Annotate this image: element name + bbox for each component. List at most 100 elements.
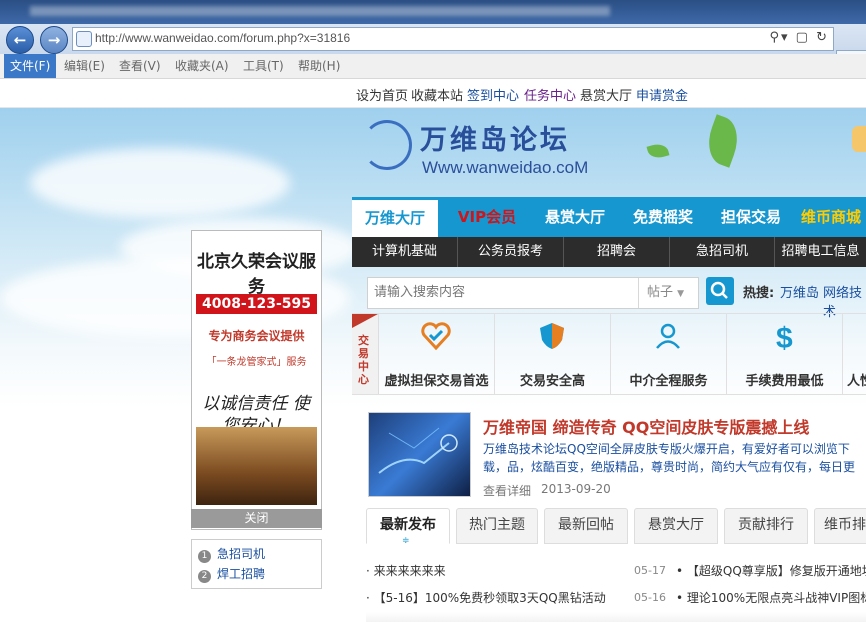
search-type-label: 帖子 [647, 285, 674, 300]
side-link-label: 急招司机 [217, 547, 266, 561]
nav-vip[interactable]: VIP会员 [444, 197, 530, 237]
subnav-driver-jobs[interactable]: 急招司机 [670, 237, 775, 267]
window-titlebar [0, 0, 866, 24]
menu-view[interactable]: 查看(V) [113, 54, 167, 78]
side-link-welder[interactable]: 2 焊工招聘 [198, 565, 265, 583]
subnav-computer-basics[interactable]: 计算机基础 [352, 237, 458, 267]
svg-text:$: $ [776, 322, 793, 352]
search-box: 帖子 ▼ [367, 277, 699, 309]
url-field[interactable]: http://www.wanweidao.com/forum.php?x=318… [72, 27, 834, 51]
link-bookmark[interactable]: 收藏本站 [411, 85, 463, 104]
side-links: 1 急招司机 2 焊工招聘 [191, 539, 322, 589]
list-item-date: 05-16 [634, 591, 666, 604]
search-input[interactable] [368, 278, 630, 306]
side-link-driver[interactable]: 1 急招司机 [198, 545, 265, 563]
trade-center-tag[interactable]: 交易中心 [352, 314, 379, 394]
subnav-job-fair[interactable]: 招聘会 [564, 237, 670, 267]
thread-tabs: 最新发布 热门主题 最新回帖 悬赏大厅 贡献排行 维币排 [366, 508, 866, 544]
menu-edit[interactable]: 编辑(E) [58, 54, 111, 78]
search-button[interactable] [706, 277, 734, 305]
link-apply-bounty[interactable]: 申请赏金 [636, 85, 688, 104]
feature-agent-service[interactable]: 中介全程服务 [611, 314, 727, 394]
news-title[interactable]: 万维帝国 缔造传奇 QQ空间皮肤专版震撼上线 [483, 414, 809, 438]
avatar[interactable] [852, 126, 866, 152]
tab-latest-reply[interactable]: 最新回帖 [544, 508, 628, 544]
tab-coin-rank[interactable]: 维币排 [814, 508, 866, 544]
window-title-blurred [30, 6, 610, 16]
trade-center-label: 交易中心 [358, 334, 369, 386]
link-set-homepage[interactable]: 设为首页 [356, 85, 408, 104]
forward-button[interactable]: → [40, 26, 68, 54]
list-item-date: 05-17 [634, 564, 666, 577]
shield-icon [540, 323, 564, 349]
chevron-down-icon: ▼ [677, 289, 685, 299]
logo-icon [362, 120, 412, 170]
search-type-select[interactable]: 帖子 ▼ [638, 278, 698, 308]
menu-file[interactable]: 文件(F) [4, 54, 57, 78]
ad-close-button[interactable]: 关闭 [191, 509, 322, 528]
hot-link[interactable]: 万维岛 [780, 282, 819, 301]
number-badge-icon: 1 [198, 550, 211, 563]
floating-ad[interactable]: 北京久荣会议服务 4008-123-595 专为商务会议提供 「一条龙管家式」服… [191, 230, 322, 530]
robot-hand-image-icon [378, 427, 458, 474]
ad-conference-photo [196, 427, 317, 505]
hot-search-label: 热搜: [743, 286, 775, 301]
feature-label: 交易安全高 [519, 374, 585, 389]
feature-low-fee[interactable]: $ 手续费用最低 [727, 314, 843, 394]
feature-humane[interactable]: 人性 [843, 314, 866, 394]
menu-bar: 文件(F) 编辑(E) 查看(V) 收藏夹(A) 工具(T) 帮助(H) [0, 54, 866, 79]
cloud [30, 148, 290, 218]
list-item[interactable]: · 来来来来来来 [366, 562, 446, 579]
page-icon [76, 31, 92, 47]
heart-icon [421, 322, 451, 351]
list-item-title: 理论100%无限点亮斗战神VIP图标 [686, 591, 866, 605]
menu-tools[interactable]: 工具(T) [237, 54, 290, 78]
feature-virtual-escrow[interactable]: 虚拟担保交易首选 [379, 314, 495, 394]
menu-help[interactable]: 帮助(H) [292, 54, 346, 78]
feature-label: 手续费用最低 [745, 374, 824, 389]
address-bar-area: ← → http://www.wanweidao.com/forum.php?x… [0, 24, 866, 77]
address-controls[interactable]: ⚲▾ ▢ ↻ [770, 30, 830, 45]
nav-escrow-trade[interactable]: 担保交易 [708, 197, 794, 237]
sub-nav: 计算机基础 公务员报考 招聘会 急招司机 招聘电工信息 [352, 237, 866, 267]
feature-safety[interactable]: 交易安全高 [495, 314, 611, 394]
news-date: 2013-09-20 [541, 482, 611, 496]
number-badge-icon: 2 [198, 570, 211, 583]
list-item[interactable]: • 理论100%无限点亮斗战神VIP图标 [676, 589, 866, 606]
list-overflow [366, 612, 866, 622]
nav-coin-mall[interactable]: 维币商城 [796, 197, 866, 237]
news-description[interactable]: 万维岛技术论坛QQ空间全屏皮肤专版火爆开启，有爱好者可以浏览下载，品，炫酷百变，… [483, 440, 866, 476]
menu-favorites[interactable]: 收藏夹(A) [169, 54, 235, 78]
link-bounty-hall[interactable]: 悬赏大厅 [580, 85, 632, 104]
subnav-electrician-jobs[interactable]: 招聘电工信息 [775, 237, 866, 267]
list-item-title: 来来来来来来 [373, 564, 446, 578]
back-button[interactable]: ← [6, 26, 34, 54]
tab-bounty[interactable]: 悬赏大厅 [634, 508, 718, 544]
search-icon [710, 281, 728, 299]
list-item[interactable]: • 【超级QQ尊享版】修复版开通地址 [676, 562, 866, 579]
site-logo-title[interactable]: 万维岛论坛 [420, 118, 570, 157]
url-text: http://www.wanweidao.com/forum.php?x=318… [95, 31, 351, 45]
tab-contribution[interactable]: 贡献排行 [724, 508, 808, 544]
tab-indicator-icon: ≑ [402, 536, 410, 546]
link-checkin[interactable]: 签到中心 [467, 85, 519, 104]
news-more-link[interactable]: 查看详细 [483, 482, 531, 499]
side-link-label: 焊工招聘 [217, 567, 266, 581]
news-thumbnail[interactable] [368, 412, 471, 497]
main-nav: 万维大厅 VIP会员 悬赏大厅 免费摇奖 担保交易 维币商城 [352, 197, 866, 240]
nav-free-lottery[interactable]: 免费摇奖 [620, 197, 706, 237]
list-item[interactable]: · 【5-16】100%免费秒领取3天QQ黑钻活动 [366, 589, 606, 606]
ad-subtitle-2: 「一条龙管家式」服务 [206, 357, 307, 368]
tab-hot[interactable]: 热门主题 [456, 508, 538, 544]
ad-title: 北京久荣会议服务 [197, 252, 316, 297]
nav-bounty-hall[interactable]: 悬赏大厅 [532, 197, 618, 237]
ad-phone: 4008-123-595 [196, 294, 317, 314]
subnav-civil-service[interactable]: 公务员报考 [458, 237, 564, 267]
trade-features: 交易中心 虚拟担保交易首选 交易安全高 中介全程服务 $ 手续费用最低 人性 [352, 313, 866, 395]
feature-label: 虚拟担保交易首选 [384, 374, 489, 389]
link-tasks[interactable]: 任务中心 [524, 85, 576, 104]
nav-wanwei-hall[interactable]: 万维大厅 [352, 197, 438, 240]
site-top-links: 设为首页 收藏本站 签到中心 任务中心 悬赏大厅 申请赏金 [0, 79, 866, 108]
dollar-icon: $ [776, 322, 793, 352]
feature-label: 中介全程服务 [629, 374, 708, 389]
